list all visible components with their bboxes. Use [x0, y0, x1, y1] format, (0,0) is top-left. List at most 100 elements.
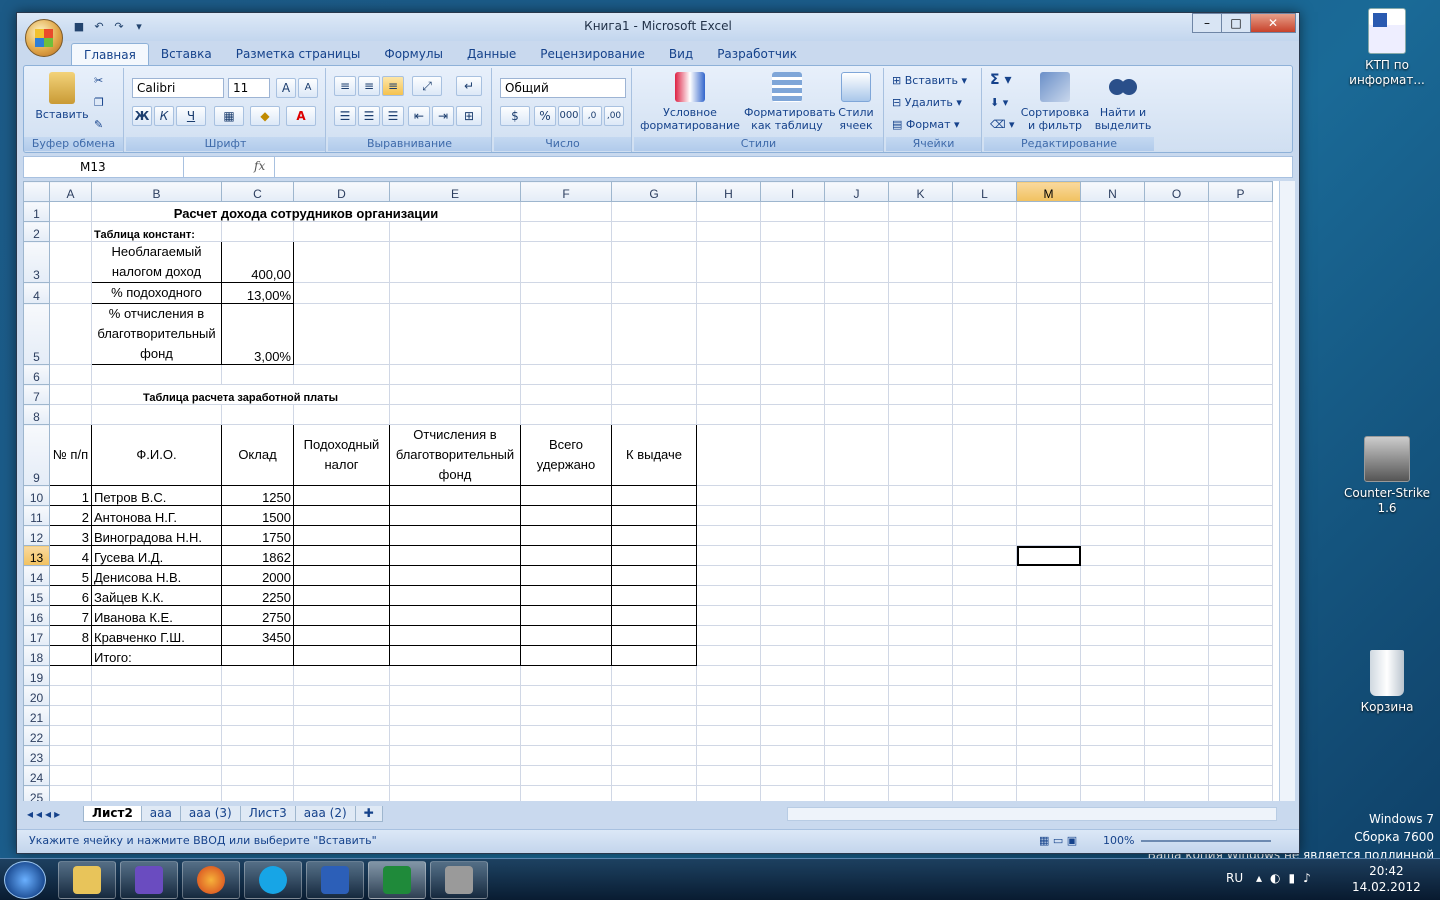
cell[interactable]: [760, 765, 825, 786]
cell[interactable]: [888, 765, 953, 786]
cell[interactable]: [389, 221, 521, 242]
cell[interactable]: [389, 725, 521, 746]
tab-home[interactable]: Главная: [71, 43, 149, 65]
cell[interactable]: [389, 565, 521, 586]
cell[interactable]: [293, 241, 390, 283]
cell[interactable]: Петров В.С.: [91, 485, 222, 506]
cell[interactable]: [611, 645, 697, 666]
cell[interactable]: [1080, 785, 1145, 801]
cell[interactable]: [293, 303, 390, 365]
column-header[interactable]: G: [611, 181, 697, 202]
cell[interactable]: [1208, 221, 1273, 242]
column-header[interactable]: O: [1144, 181, 1209, 202]
cell[interactable]: [824, 665, 889, 686]
cell[interactable]: [888, 404, 953, 425]
cell[interactable]: [221, 645, 294, 666]
cell[interactable]: [1208, 303, 1273, 365]
cell[interactable]: Оклад: [221, 424, 294, 486]
cell[interactable]: [696, 605, 761, 626]
decrease-indent-icon[interactable]: ⇤: [408, 106, 430, 126]
borders-icon[interactable]: ▦: [214, 106, 244, 126]
cell[interactable]: [389, 303, 521, 365]
cell[interactable]: [888, 645, 953, 666]
cell[interactable]: [49, 282, 92, 304]
column-header[interactable]: J: [824, 181, 889, 202]
clock[interactable]: 20:42 14.02.2012: [1352, 863, 1421, 895]
cell[interactable]: [888, 505, 953, 526]
cell[interactable]: [91, 765, 222, 786]
cell[interactable]: Таблица расчета заработной платы: [91, 384, 390, 405]
fill-icon[interactable]: ⬇ ▾: [990, 96, 1008, 109]
cell[interactable]: [520, 765, 612, 786]
cell[interactable]: [1016, 303, 1081, 365]
cell[interactable]: [696, 625, 761, 646]
cell[interactable]: [888, 705, 953, 726]
cell[interactable]: [389, 625, 521, 646]
cell[interactable]: [293, 221, 390, 242]
paste-button[interactable]: Вставить: [32, 72, 92, 121]
cell[interactable]: [520, 505, 612, 526]
cell[interactable]: [91, 364, 222, 385]
format-cells-button[interactable]: ▤ Формат ▾: [892, 118, 960, 131]
cell[interactable]: [389, 404, 521, 425]
align-center-icon[interactable]: ☰: [358, 106, 380, 126]
cell[interactable]: [824, 725, 889, 746]
currency-icon[interactable]: $: [500, 106, 530, 126]
desktop-icon-ktp[interactable]: КТП по информат...: [1342, 8, 1432, 88]
cell[interactable]: [1144, 565, 1209, 586]
cell[interactable]: [952, 585, 1017, 606]
cell[interactable]: [49, 745, 92, 766]
cell[interactable]: [1016, 745, 1081, 766]
cell[interactable]: [611, 785, 697, 801]
cell[interactable]: [1208, 241, 1273, 283]
cell[interactable]: [1080, 384, 1145, 405]
cell[interactable]: [952, 645, 1017, 666]
cell[interactable]: Подоходный налог: [293, 424, 390, 486]
column-header[interactable]: A: [49, 181, 92, 202]
cell[interactable]: [1208, 364, 1273, 385]
cell[interactable]: [760, 785, 825, 801]
cell[interactable]: [389, 364, 521, 385]
cell[interactable]: [91, 745, 222, 766]
cell[interactable]: [1080, 725, 1145, 746]
cell[interactable]: [952, 705, 1017, 726]
cell[interactable]: [824, 404, 889, 425]
column-header[interactable]: E: [389, 181, 521, 202]
redo-icon[interactable]: ↷: [111, 19, 127, 35]
cell[interactable]: [1080, 201, 1145, 222]
cell[interactable]: [1016, 424, 1081, 486]
cell[interactable]: [91, 785, 222, 801]
tab-insert[interactable]: Вставка: [149, 43, 224, 65]
cell[interactable]: [824, 685, 889, 706]
conditional-formatting-button[interactable]: Условное форматирование: [638, 72, 742, 132]
cell[interactable]: [760, 725, 825, 746]
cell[interactable]: [221, 785, 294, 801]
cell[interactable]: [696, 282, 761, 304]
vertical-scrollbar[interactable]: [1279, 181, 1295, 801]
cell[interactable]: [696, 525, 761, 546]
cell[interactable]: [888, 384, 953, 405]
cell[interactable]: [611, 685, 697, 706]
cell[interactable]: [293, 282, 390, 304]
number-format-select[interactable]: Общий: [500, 78, 626, 98]
sheet-tab[interactable]: ааа (2): [294, 806, 356, 822]
cell[interactable]: [696, 485, 761, 506]
column-header[interactable]: N: [1080, 181, 1145, 202]
cell[interactable]: [1144, 505, 1209, 526]
cell[interactable]: [1208, 545, 1273, 566]
cell[interactable]: [1016, 525, 1081, 546]
row-header[interactable]: 19: [23, 665, 50, 686]
cell[interactable]: [952, 384, 1017, 405]
cell[interactable]: [760, 404, 825, 425]
cell[interactable]: 1: [49, 485, 92, 506]
cell[interactable]: [824, 201, 889, 222]
cell[interactable]: Зайцев К.К.: [91, 585, 222, 606]
cell[interactable]: [696, 785, 761, 801]
tab-data[interactable]: Данные: [455, 43, 528, 65]
cell[interactable]: [888, 625, 953, 646]
cell[interactable]: [91, 725, 222, 746]
cell[interactable]: [888, 241, 953, 283]
column-header[interactable]: I: [760, 181, 825, 202]
worksheet-grid[interactable]: A B C D E F G H I J K L M N O P 1 Расчет дохода сотрудник…: [23, 181, 1279, 801]
tray-icons[interactable]: ▴◐▮♪: [1256, 871, 1319, 885]
